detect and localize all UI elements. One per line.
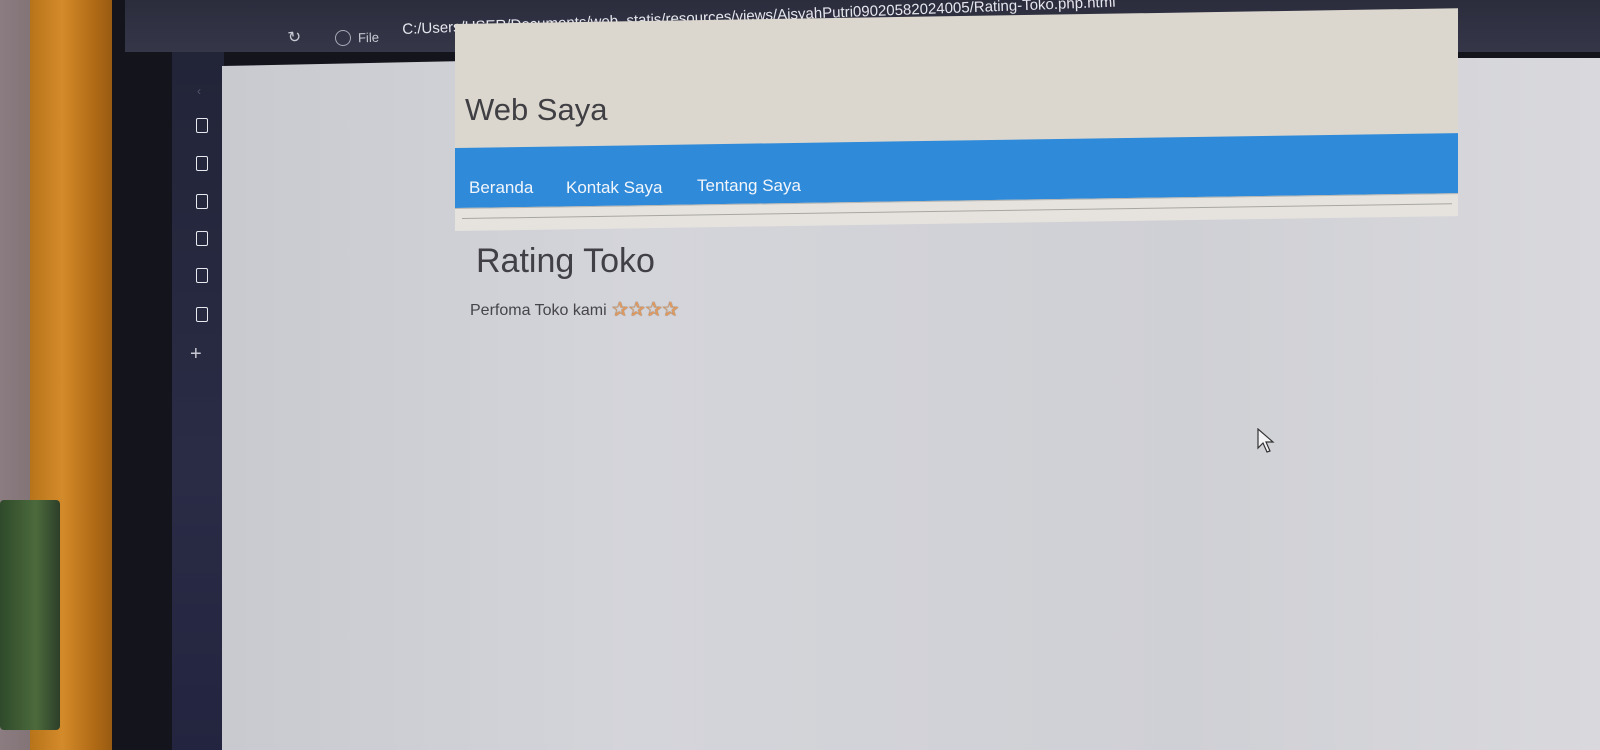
nav-link-tentang-saya[interactable]: Tentang Saya: [697, 176, 801, 196]
star-icon: ✰: [628, 299, 646, 321]
sidebar-page-icon[interactable]: [196, 194, 208, 209]
reload-icon[interactable]: ↻: [287, 28, 305, 47]
address-scheme-label: File: [357, 29, 380, 46]
sidebar-page-icon[interactable]: [196, 156, 208, 171]
nav-link-kontak-saya[interactable]: Kontak Saya: [566, 178, 662, 198]
sidebar-page-icon[interactable]: [196, 231, 208, 246]
star-icon: ✰: [611, 299, 629, 321]
sidebar-collapse-icon[interactable]: ‹: [197, 84, 201, 98]
rating-row: Perfoma Toko kami ✰✰✰✰: [470, 300, 679, 321]
sidebar-page-icon[interactable]: [196, 268, 208, 283]
star-rating: ✰✰✰✰: [612, 300, 679, 321]
star-icon: ✰: [661, 299, 679, 321]
plus-icon[interactable]: +: [190, 344, 202, 364]
page-title: Rating Toko: [476, 242, 655, 280]
nav-link-beranda[interactable]: Beranda: [469, 178, 533, 198]
site-title: Web Saya: [465, 92, 608, 127]
sidebar-page-icon[interactable]: [196, 118, 208, 133]
sidebar-page-icon[interactable]: [196, 307, 208, 322]
star-icon: ✰: [645, 299, 662, 321]
rating-text: Perfoma Toko kami: [470, 301, 607, 319]
mouse-cursor-icon: [1257, 428, 1275, 453]
site-info-icon[interactable]: [335, 30, 351, 46]
background-object: [0, 500, 60, 730]
